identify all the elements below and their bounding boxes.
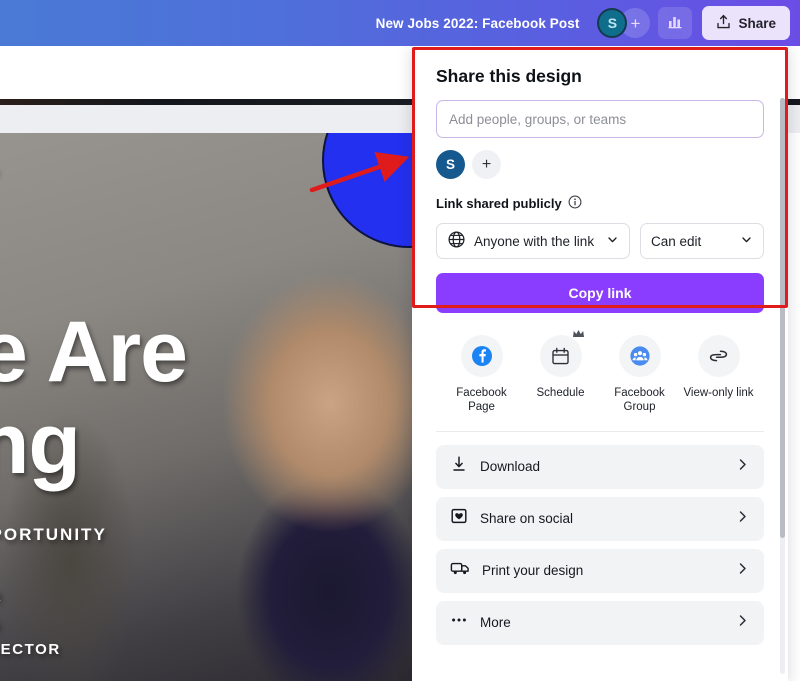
quick-action-label: View-only link: [683, 387, 754, 399]
crown-icon: [572, 329, 585, 342]
user-avatar[interactable]: S: [597, 8, 628, 38]
canvas-role-line2[interactable]: G: [0, 616, 1, 633]
panel-scrollbar-thumb[interactable]: [780, 98, 785, 538]
quick-action-view-only-link[interactable]: View-only link: [679, 335, 758, 415]
menu-item-print-your-design[interactable]: Print your design: [436, 548, 764, 593]
upload-icon: [716, 14, 731, 33]
canvas-subtitle[interactable]: OPPORTUNITY: [0, 525, 107, 545]
menu-item-label: Download: [480, 459, 541, 475]
share-button[interactable]: Share: [702, 6, 790, 40]
copy-link-button[interactable]: Copy link: [436, 273, 764, 313]
share-button-label: Share: [738, 15, 776, 31]
document-title: New Jobs 2022: Facebook Post: [375, 15, 580, 31]
link-chain-icon: [697, 335, 740, 377]
link-status-row: Link shared publicly: [436, 195, 764, 212]
collaborator-avatars: S +: [597, 8, 651, 38]
chevron-down-icon: [740, 233, 753, 249]
chevron-right-icon: [735, 509, 750, 529]
canvas-role-line3[interactable]: DIRECTOR: [0, 641, 61, 658]
menu-item-more[interactable]: More: [436, 600, 764, 645]
info-icon[interactable]: [568, 195, 582, 212]
quick-action-facebook-page[interactable]: Facebook Page: [442, 335, 521, 415]
globe-icon: [447, 230, 466, 252]
chevron-right-icon: [735, 561, 750, 581]
canvas-headline-line1[interactable]: e Are: [0, 303, 188, 402]
chevron-right-icon: [735, 613, 750, 633]
menu-item-share-on-social[interactable]: Share on social: [436, 496, 764, 541]
quick-action-label: Facebook Group: [614, 387, 665, 414]
facebook-icon: [460, 335, 503, 377]
link-permission-value: Can edit: [651, 233, 702, 249]
add-people-input[interactable]: [436, 100, 764, 138]
share-design-panel: Share this design S + Link shared public…: [412, 46, 788, 681]
menu-item-label: Print your design: [482, 563, 584, 579]
panel-user-avatar[interactable]: S: [436, 150, 465, 179]
social-heart-icon: [450, 507, 468, 530]
link-status-label: Link shared publicly: [436, 196, 562, 211]
download-icon: [450, 455, 468, 478]
link-access-value: Anyone with the link: [474, 233, 595, 249]
quick-action-label: Schedule: [536, 387, 585, 399]
link-settings-row: Anyone with the link Can edit: [436, 223, 764, 259]
link-permission-select[interactable]: Can edit: [640, 223, 764, 259]
menu-item-label: Share on social: [480, 511, 574, 527]
quick-action-label: Facebook Page: [456, 387, 507, 414]
delivery-truck-icon: [450, 559, 470, 582]
canva-editor-window: New Jobs 2022: Facebook Post S + Share e…: [0, 0, 800, 681]
insights-button[interactable]: [658, 7, 693, 39]
facebook-group-icon: [618, 335, 661, 377]
annotation-arrow: [309, 152, 410, 193]
ellipsis-icon: [450, 611, 468, 634]
link-access-select[interactable]: Anyone with the link: [436, 223, 630, 259]
canvas-headline-line2[interactable]: ing: [0, 395, 81, 494]
share-panel-top-section: Share this design S + Link shared public…: [412, 46, 788, 432]
quick-action-schedule[interactable]: Schedule: [521, 330, 600, 415]
chevron-right-icon: [735, 457, 750, 477]
bar-chart-icon: [667, 12, 684, 34]
chevron-down-icon: [606, 233, 619, 249]
quick-actions-row: Facebook Page Schedule Facebook Group Vi…: [436, 330, 764, 432]
panel-add-person-button[interactable]: +: [472, 150, 501, 179]
menu-item-download[interactable]: Download: [436, 444, 764, 489]
menu-item-label: More: [480, 615, 511, 631]
panel-collaborator-row: S +: [436, 150, 764, 179]
share-panel-title: Share this design: [436, 66, 582, 86]
panel-scrollbar[interactable]: [780, 98, 785, 674]
share-menu-list: Download Share on social Print your desi…: [412, 432, 788, 645]
quick-action-facebook-group[interactable]: Facebook Group: [600, 335, 679, 415]
calendar-icon: [539, 330, 584, 377]
top-header-bar: New Jobs 2022: Facebook Post S + Share: [0, 0, 800, 46]
canvas-role-line1[interactable]: R: [0, 588, 2, 605]
